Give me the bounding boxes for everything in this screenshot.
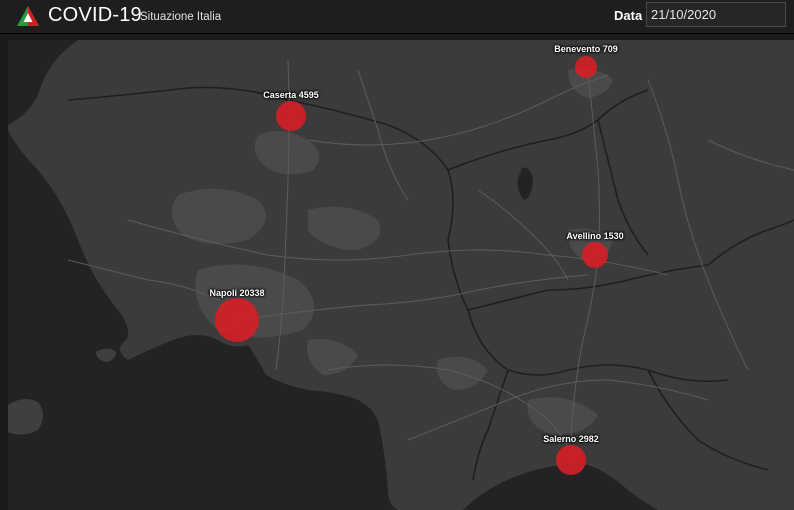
label-salerno: Salerno 2982	[543, 434, 599, 444]
label-benevento: Benevento 709	[554, 44, 618, 54]
date-input[interactable]	[646, 2, 786, 27]
date-label: Data	[614, 8, 643, 23]
marker-avellino[interactable]	[582, 242, 608, 268]
label-caserta: Caserta 4595	[263, 90, 319, 100]
app-header: COVID-19 Situazione Italia Data	[0, 0, 794, 34]
label-napoli: Napoli 20338	[209, 288, 265, 298]
label-avellino: Avellino 1530	[566, 231, 624, 241]
logo-icon	[17, 6, 39, 26]
marker-benevento[interactable]	[575, 56, 597, 78]
basemap	[8, 40, 794, 510]
map-view[interactable]: Caserta 4595 Benevento 709 Avellino 1530…	[8, 40, 794, 510]
app-subtitle: Situazione Italia	[140, 11, 222, 23]
app-title: COVID-19	[48, 4, 142, 26]
marker-napoli[interactable]	[215, 298, 259, 342]
marker-salerno[interactable]	[556, 445, 586, 475]
marker-caserta[interactable]	[276, 101, 306, 131]
